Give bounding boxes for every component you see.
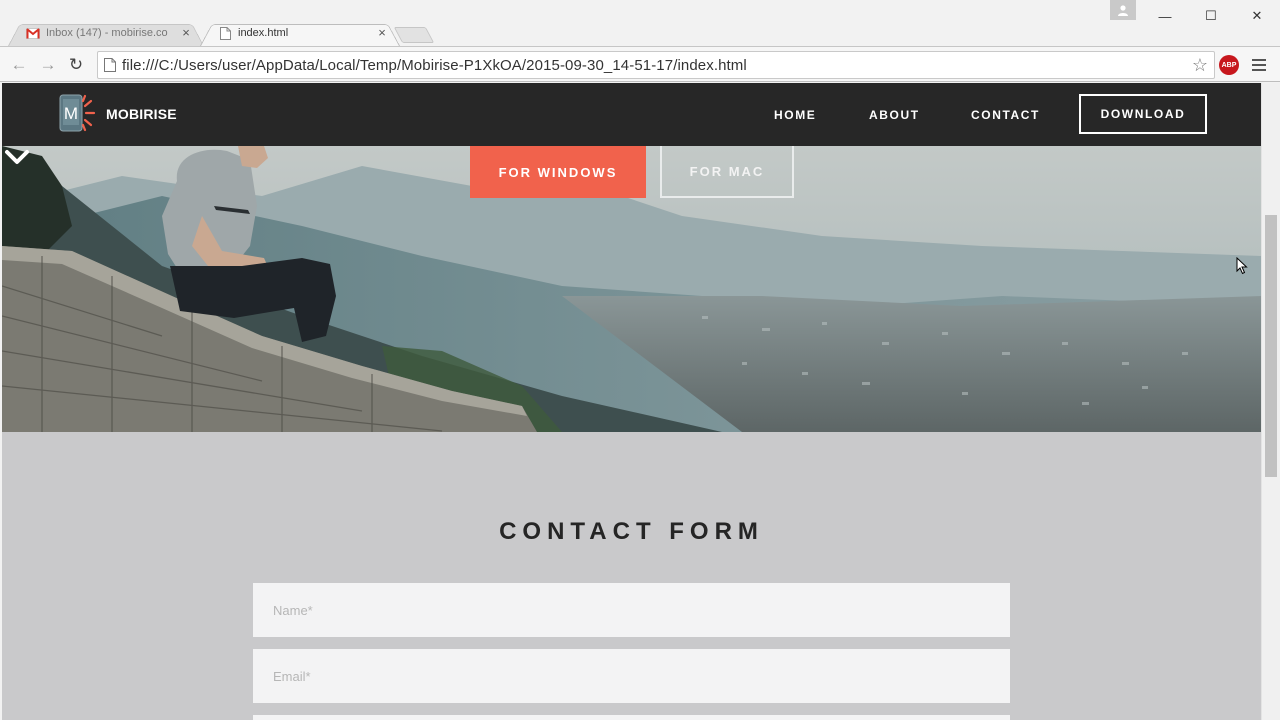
- browser-titlebar: Inbox (147) - mobirise.co × index.html ×…: [0, 0, 1280, 46]
- site-navbar: M MOBIRISE HOME ABOUT CONTACT DOWNLOAD: [2, 83, 1261, 146]
- page-icon: [104, 58, 116, 72]
- back-button[interactable]: ←: [8, 54, 30, 76]
- profile-icon[interactable]: [1110, 0, 1136, 20]
- page-viewport: M MOBIRISE HOME ABOUT CONTACT DOWNLOAD F…: [2, 83, 1261, 720]
- email-field[interactable]: [253, 649, 1010, 703]
- adblock-icon[interactable]: ABP: [1219, 55, 1239, 75]
- tab-index[interactable]: index.html ×: [200, 20, 400, 46]
- tab-inbox[interactable]: Inbox (147) - mobirise.co ×: [8, 20, 204, 46]
- reload-button[interactable]: ↻: [65, 54, 87, 76]
- mobirise-logo-icon[interactable]: M: [56, 93, 96, 133]
- tab-title: index.html: [238, 27, 289, 39]
- nav-contact-link[interactable]: CONTACT: [971, 108, 1040, 122]
- tab-title: Inbox (147) - mobirise.co: [46, 27, 168, 39]
- for-mac-button[interactable]: FOR MAC: [660, 146, 794, 198]
- maximize-button[interactable]: ☐: [1188, 0, 1234, 32]
- close-window-button[interactable]: ✕: [1234, 0, 1280, 32]
- address-bar[interactable]: file:///C:/Users/user/AppData/Local/Temp…: [97, 51, 1215, 79]
- download-button[interactable]: DOWNLOAD: [1079, 94, 1207, 134]
- contact-form-title: CONTACT FORM: [499, 518, 764, 545]
- menu-icon[interactable]: [1252, 55, 1268, 75]
- hero-section: FOR WINDOWS FOR MAC: [2, 146, 1261, 432]
- page-icon: [218, 26, 232, 40]
- close-icon[interactable]: ×: [376, 26, 388, 39]
- nav-home-link[interactable]: HOME: [774, 108, 816, 122]
- close-icon[interactable]: ×: [180, 26, 192, 39]
- window-controls: — ☐ ✕: [1142, 0, 1280, 32]
- chevron-down-icon[interactable]: [2, 146, 32, 170]
- site-brand[interactable]: MOBIRISE: [106, 106, 177, 122]
- forward-button[interactable]: →: [37, 54, 59, 76]
- contact-section: CONTACT FORM: [2, 432, 1261, 720]
- name-field[interactable]: [253, 583, 1010, 637]
- url-text: file:///C:/Users/user/AppData/Local/Temp…: [122, 57, 747, 74]
- star-icon[interactable]: ☆: [1192, 55, 1208, 76]
- svg-text:M: M: [64, 104, 78, 123]
- nav-about-link[interactable]: ABOUT: [869, 108, 920, 122]
- scrollbar-thumb[interactable]: [1265, 215, 1277, 477]
- browser-toolbar: ← → ↻ file:///C:/Users/user/AppData/Loca…: [0, 46, 1280, 82]
- gmail-icon: [26, 26, 40, 40]
- mouse-cursor-icon: [1236, 257, 1248, 275]
- minimize-button[interactable]: —: [1142, 0, 1188, 32]
- page-scrollbar[interactable]: [1261, 83, 1280, 720]
- for-windows-button[interactable]: FOR WINDOWS: [470, 146, 646, 198]
- message-field[interactable]: [253, 715, 1010, 720]
